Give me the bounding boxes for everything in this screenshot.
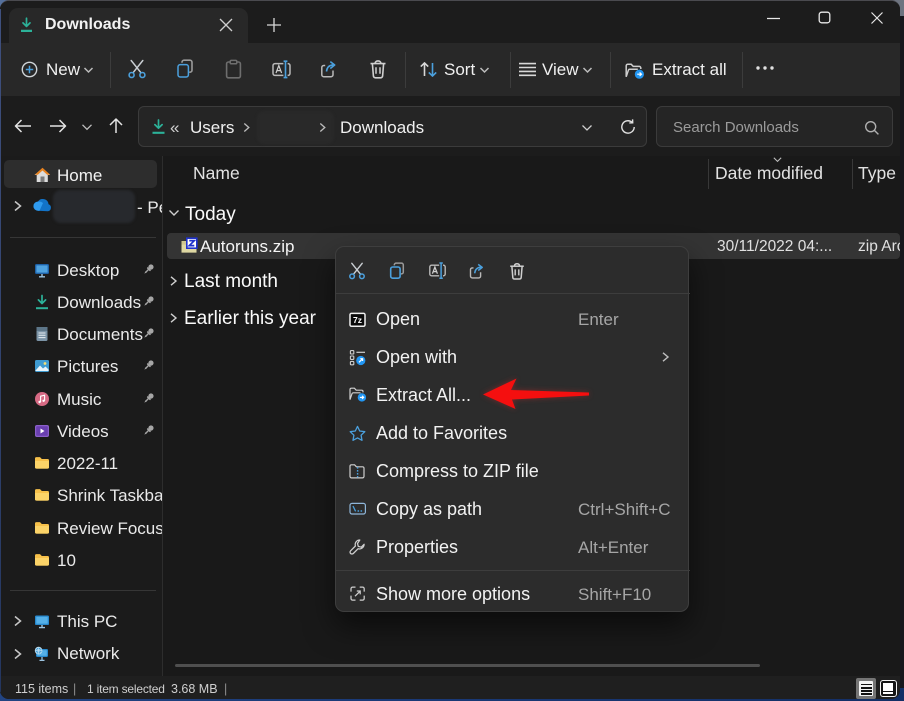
svg-text:7z: 7z	[353, 315, 362, 325]
